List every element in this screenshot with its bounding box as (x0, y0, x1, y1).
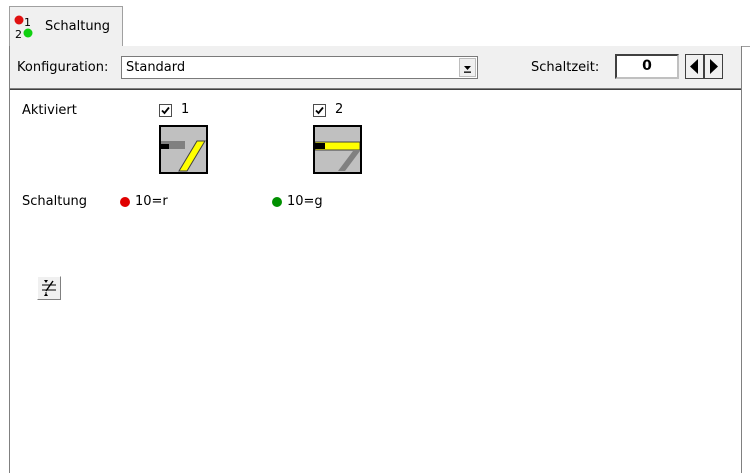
route-1-label: 1 (181, 102, 190, 117)
schaltzeit-input[interactable]: 0 (615, 54, 679, 79)
config-label: Konfiguration: (17, 60, 109, 75)
route-2-label: 2 (335, 102, 344, 117)
config-dropdown[interactable]: Standard (121, 56, 478, 79)
aktiviert-label: Aktiviert (22, 103, 77, 118)
decrement-arrow-icon[interactable] (685, 54, 704, 79)
apply-settings-button[interactable] (37, 276, 61, 300)
config-toolbar: Konfiguration: Standard Schaltzeit: 0 (10, 46, 741, 89)
chevron-down-icon[interactable] (459, 58, 476, 77)
schaltung-label: Schaltung (22, 194, 88, 209)
config-dropdown-value: Standard (126, 60, 186, 75)
route-1-checkbox[interactable] (159, 104, 172, 117)
tab-schaltung[interactable]: 1 2 Schaltung (9, 6, 123, 46)
status-red-dot-icon (120, 197, 130, 207)
turnout-straight-icon (313, 125, 362, 174)
apply-settings-icon (42, 280, 56, 296)
checkmark-icon (315, 106, 324, 115)
route-1-status: 10=r (135, 194, 168, 209)
route-2-status: 10=g (287, 194, 323, 209)
tab-icon-digit-2: 2 (15, 28, 22, 40)
turnout-diverging-icon (159, 125, 208, 174)
checkmark-icon (161, 106, 170, 115)
tab-icon-digit-1: 1 (24, 16, 31, 29)
signal-switch-icon: 1 2 (14, 15, 33, 40)
increment-arrow-icon[interactable] (704, 54, 723, 79)
route-2-checkbox[interactable] (313, 104, 326, 117)
tab-strip: 1 2 Schaltung (0, 0, 750, 48)
schaltzeit-label: Schaltzeit: (531, 60, 600, 75)
status-green-dot-icon (272, 197, 282, 207)
route-content: Aktiviert 1 2 Schaltung 10=r 10=g (10, 89, 741, 473)
schaltung-panel: Konfiguration: Standard Schaltzeit: 0 Ak… (9, 46, 742, 473)
tab-label: Schaltung (45, 19, 111, 34)
